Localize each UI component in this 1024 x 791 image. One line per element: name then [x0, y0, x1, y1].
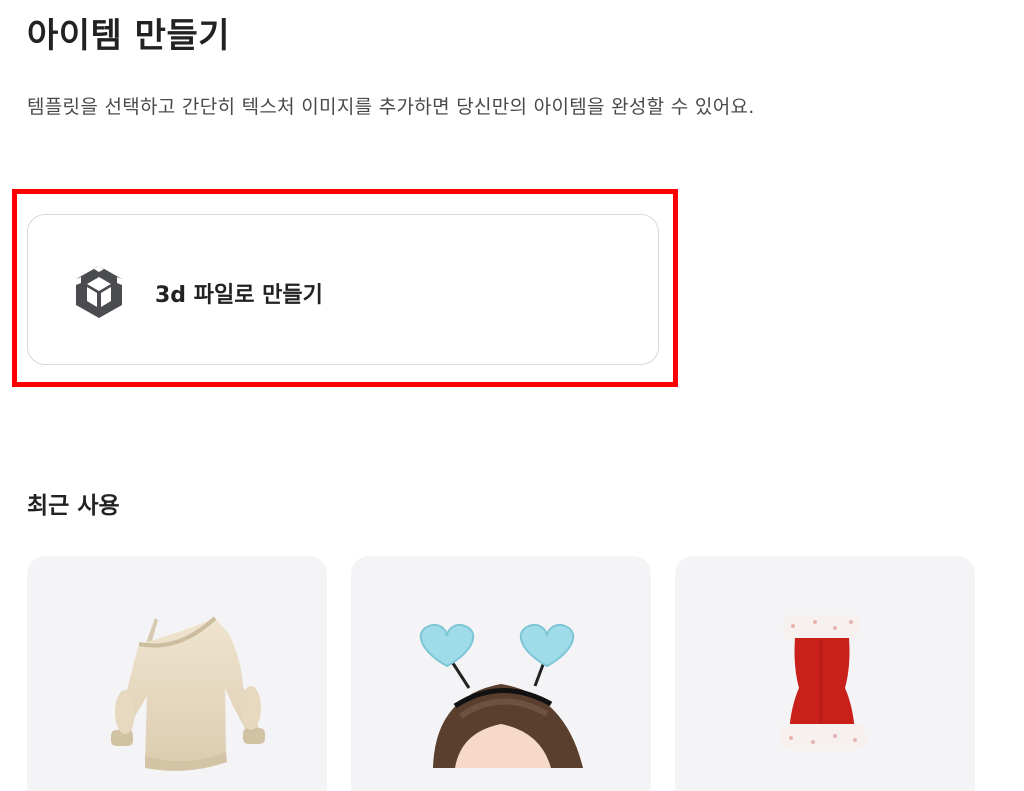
page-title: 아이템 만들기	[27, 16, 231, 56]
unity-icon	[76, 266, 122, 318]
create-card-label: 3d 파일로 만들기	[155, 283, 323, 308]
page-root: 아이템 만들기 템플릿을 선택하고 간단히 텍스처 이미지를 추가하면 당신만의…	[0, 0, 1024, 791]
red-tube-dress-thumbnail	[779, 614, 867, 750]
recent-section-title: 최근 사용	[27, 493, 120, 519]
create-from-3d-file-button[interactable]: 3d 파일로 만들기	[27, 214, 659, 365]
recent-item-headband[interactable]	[351, 556, 651, 791]
heart-headband-thumbnail	[351, 624, 651, 791]
recent-item-dress[interactable]	[675, 556, 975, 791]
recent-item-sweater[interactable]	[27, 556, 327, 791]
page-description: 템플릿을 선택하고 간단히 텍스처 이미지를 추가하면 당신만의 아이템을 완성…	[27, 96, 755, 118]
off-shoulder-sweater-thumbnail	[111, 616, 265, 771]
